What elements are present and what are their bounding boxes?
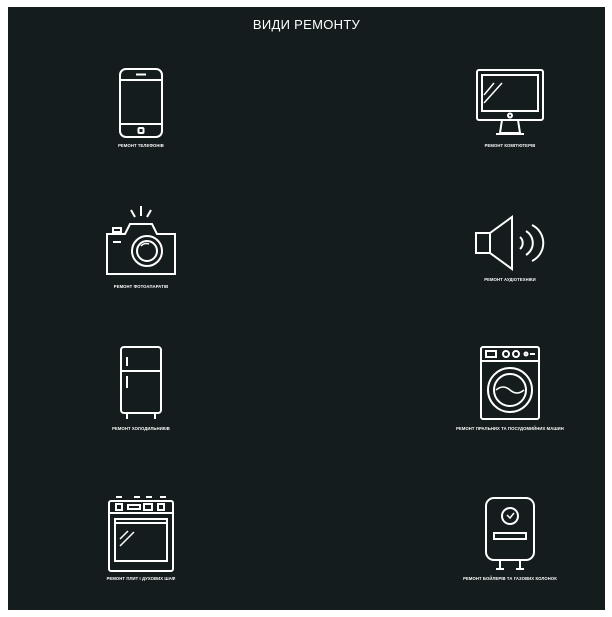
camera-icon [103, 204, 179, 280]
service-label: РЕМОНТ ХОЛОДИЛЬНИКІВ [112, 426, 170, 431]
speaker-icon [472, 213, 548, 273]
service-phone-repair[interactable]: РЕМОНТ ТЕЛЕФОНІВ [66, 67, 216, 149]
service-label: РЕМОНТ ПРАЛЬНИХ ТА ПОСУДОМИЙНИХ МАШИН [456, 426, 564, 431]
water-heater-icon [482, 494, 538, 572]
service-label: РЕМОНТ БОЙЛЕРІВ ТА ГАЗОВИХ КОЛОНОК [463, 576, 557, 581]
service-label: РЕМОНТ ТЕЛЕФОНІВ [118, 143, 164, 148]
service-boiler-repair[interactable]: РЕМОНТ БОЙЛЕРІВ ТА ГАЗОВИХ КОЛОНОК [435, 494, 585, 582]
refrigerator-icon [117, 344, 165, 422]
service-computer-repair[interactable]: РЕМОНТ КОМП'ЮТЕРІВ [435, 67, 585, 149]
service-label: РЕМОНТ ПЛИТ І ДУХОВИХ ШАФ [106, 576, 176, 581]
service-label: РЕМОНТ АУДІОТЕХНІКИ [484, 277, 536, 282]
service-fridge-repair[interactable]: РЕМОНТ ХОЛОДИЛЬНИКІВ [66, 344, 216, 432]
service-camera-repair[interactable]: РЕМОНТ ФОТОАПАРАТІВ [66, 204, 216, 290]
section-title: ВИДИ РЕМОНТУ [252, 17, 361, 32]
service-washing-machine-repair[interactable]: РЕМОНТ ПРАЛЬНИХ ТА ПОСУДОМИЙНИХ МАШИН [435, 344, 585, 432]
service-oven-repair[interactable]: РЕМОНТ ПЛИТ І ДУХОВИХ ШАФ [66, 494, 216, 582]
monitor-icon [474, 67, 546, 139]
services-panel: ВИДИ РЕМОНТУ РЕМОНТ ТЕЛЕФОНІВ РЕМОНТ КОМ… [8, 7, 605, 610]
oven-icon [106, 494, 176, 572]
service-audio-repair[interactable]: РЕМОНТ АУДІОТЕХНІКИ [435, 213, 585, 283]
service-label: РЕМОНТ КОМП'ЮТЕРІВ [484, 143, 536, 148]
washing-machine-icon [478, 344, 542, 422]
smartphone-icon [117, 67, 165, 139]
service-label: РЕМОНТ ФОТОАПАРАТІВ [113, 284, 169, 289]
